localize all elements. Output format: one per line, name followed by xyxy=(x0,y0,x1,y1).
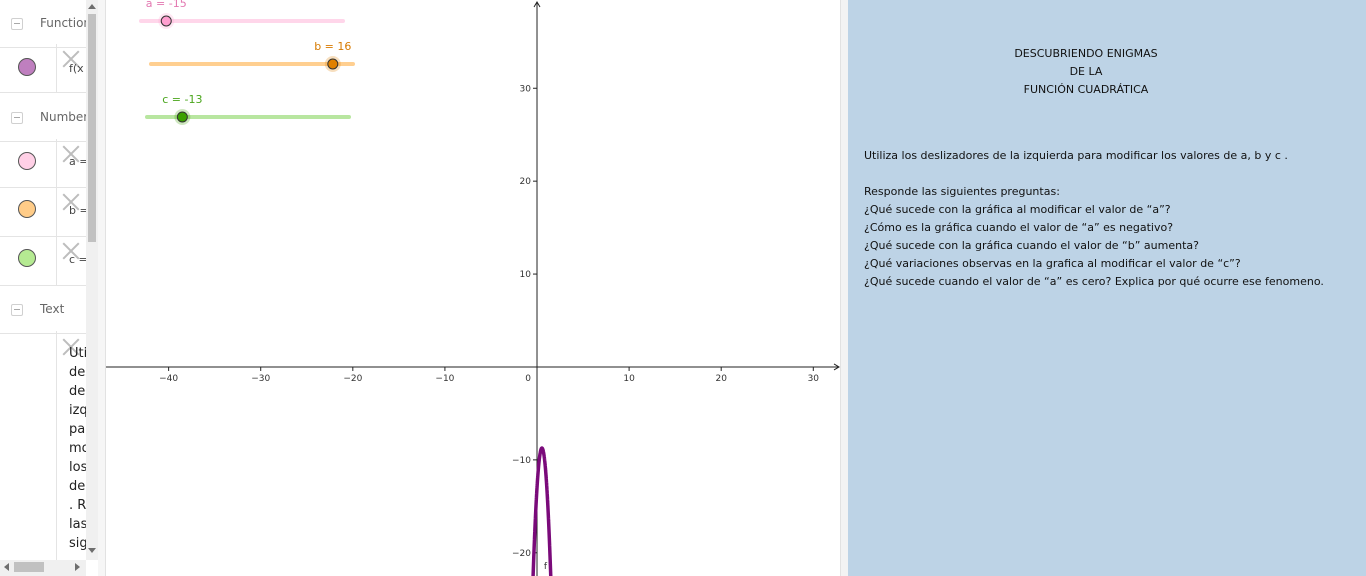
panel-title-line: DE LA xyxy=(1069,65,1103,78)
marble-column xyxy=(0,331,57,560)
marble-column xyxy=(0,44,57,92)
collapse-icon[interactable] xyxy=(11,18,23,30)
slider-label: a = -15 xyxy=(146,0,187,10)
item-definition[interactable]: a = xyxy=(69,155,86,168)
view-divider[interactable] xyxy=(840,0,848,576)
visibility-marble-icon[interactable] xyxy=(18,58,36,76)
questions-heading: Responde las siguientes preguntas: xyxy=(864,185,1060,198)
view-divider[interactable] xyxy=(98,0,106,576)
scroll-right-icon[interactable] xyxy=(75,563,80,571)
origin-label: 0 xyxy=(525,374,531,384)
visibility-marble-icon[interactable] xyxy=(18,249,36,267)
marble-column xyxy=(0,188,57,236)
algebra-view: Function f(x Number a = b = c = Text Uti… xyxy=(0,0,98,576)
graphics-canvas[interactable]: −40 −30 −20 −10 10 20 30 30 20 10 −10 −20 0 f a = -1… xyxy=(106,0,840,576)
text-item-line: las xyxy=(69,517,86,532)
x-tick-label: −40 xyxy=(159,374,178,384)
y-tick-label: −10 xyxy=(512,456,531,466)
x-tick-label: −20 xyxy=(343,374,362,384)
slider-handle[interactable] xyxy=(327,58,339,70)
group-header-number[interactable]: Number xyxy=(0,94,86,142)
sliders[interactable]: a = -15 b = 16 c = -13 xyxy=(139,0,355,125)
question-item: ¿Qué sucede con la gráfica cuando el val… xyxy=(864,239,1199,252)
slider-handle[interactable] xyxy=(176,111,188,123)
collapse-icon[interactable] xyxy=(11,304,23,316)
x-tick-label: 10 xyxy=(623,374,635,384)
slider-c[interactable]: c = -13 xyxy=(145,93,351,125)
panel-title-line: FUNCIÓN CUADRÁTICA xyxy=(1023,83,1149,96)
group-header-text[interactable]: Text xyxy=(0,286,86,334)
item-definition[interactable]: c = xyxy=(69,253,86,266)
algebra-list: Function f(x Number a = b = c = Text Uti… xyxy=(0,0,86,560)
algebra-item-b[interactable]: b = xyxy=(0,188,86,237)
text-item-line: mo xyxy=(69,441,86,456)
algebra-item-f[interactable]: f(x xyxy=(0,44,86,93)
algebra-item-a[interactable]: a = xyxy=(0,139,86,188)
visibility-marble-icon[interactable] xyxy=(18,200,36,218)
scrollbar-thumb[interactable] xyxy=(14,562,44,572)
question-item: ¿Qué sucede con la gráfica al modificar … xyxy=(864,203,1171,216)
slider-handle[interactable] xyxy=(160,15,172,27)
item-definition[interactable]: f(x xyxy=(69,62,84,75)
x-tick-label: −10 xyxy=(435,374,454,384)
group-label-text: Text xyxy=(40,302,65,316)
function-graph[interactable]: f xyxy=(531,446,553,576)
y-tick-label: 20 xyxy=(520,177,532,187)
x-tick-label: 30 xyxy=(808,374,820,384)
group-header-function[interactable]: Function xyxy=(0,0,86,48)
question-item: ¿Cómo es la gráfica cuando el valor de “… xyxy=(864,221,1174,234)
text-item-line: par xyxy=(69,422,86,437)
y-tick-label: −20 xyxy=(512,549,531,559)
text-item-line: Uti xyxy=(69,346,86,361)
algebra-item-c[interactable]: c = xyxy=(0,237,86,286)
scroll-up-icon[interactable] xyxy=(88,4,96,9)
question-item: ¿Qué sucede cuando el valor de “a” es ce… xyxy=(864,275,1324,288)
item-definition[interactable]: b = xyxy=(69,204,86,217)
slider-label: b = 16 xyxy=(314,40,351,53)
question-item: ¿Qué variaciones observas en la grafica … xyxy=(864,257,1241,270)
scroll-down-icon[interactable] xyxy=(88,548,96,553)
vertical-scrollbar[interactable] xyxy=(86,0,98,560)
marble-column xyxy=(0,237,57,285)
collapse-icon[interactable] xyxy=(11,112,23,124)
axes: −40 −30 −20 −10 10 20 30 30 20 10 −10 −20 0 xyxy=(106,1,840,576)
text-item-line: izq xyxy=(69,403,86,418)
graphics-view[interactable]: −40 −30 −20 −10 10 20 30 30 20 10 −10 −20 0 f a = -1… xyxy=(106,0,840,576)
marble-column xyxy=(0,139,57,187)
text-item-line: de xyxy=(69,384,86,399)
instruction-text: Utiliza los deslizadores de la izquierda… xyxy=(864,149,1288,162)
slider-b[interactable]: b = 16 xyxy=(149,40,355,72)
visibility-marble-icon[interactable] xyxy=(18,152,36,170)
panel-title-line: DESCUBRIENDO ENIGMAS xyxy=(1014,47,1158,60)
text-item-line: de xyxy=(69,479,86,494)
function-label: f xyxy=(544,562,548,572)
group-label-function: Function xyxy=(40,16,86,30)
x-tick-label: −30 xyxy=(251,374,270,384)
group-label-number: Number xyxy=(40,110,86,124)
scroll-left-icon[interactable] xyxy=(4,563,9,571)
text-item-line: des xyxy=(69,365,86,380)
text-item-line: . R xyxy=(69,498,86,513)
y-tick-label: 10 xyxy=(520,270,532,280)
scrollbar-thumb[interactable] xyxy=(88,14,96,242)
instructions-panel: DESCUBRIENDO ENIGMAS DE LA FUNCIÓN CUADR… xyxy=(848,0,1366,576)
text-item-line: los xyxy=(69,460,86,475)
text-item-line: sig xyxy=(69,536,86,551)
function-curve[interactable] xyxy=(531,446,553,576)
horizontal-scrollbar[interactable] xyxy=(0,560,86,576)
x-tick-label: 20 xyxy=(715,374,727,384)
y-tick-label: 30 xyxy=(520,84,532,94)
slider-label: c = -13 xyxy=(162,93,202,106)
slider-a[interactable]: a = -15 xyxy=(139,0,345,29)
text-item-content[interactable]: Uti des de izq par mo los de . R las sig xyxy=(69,344,86,553)
